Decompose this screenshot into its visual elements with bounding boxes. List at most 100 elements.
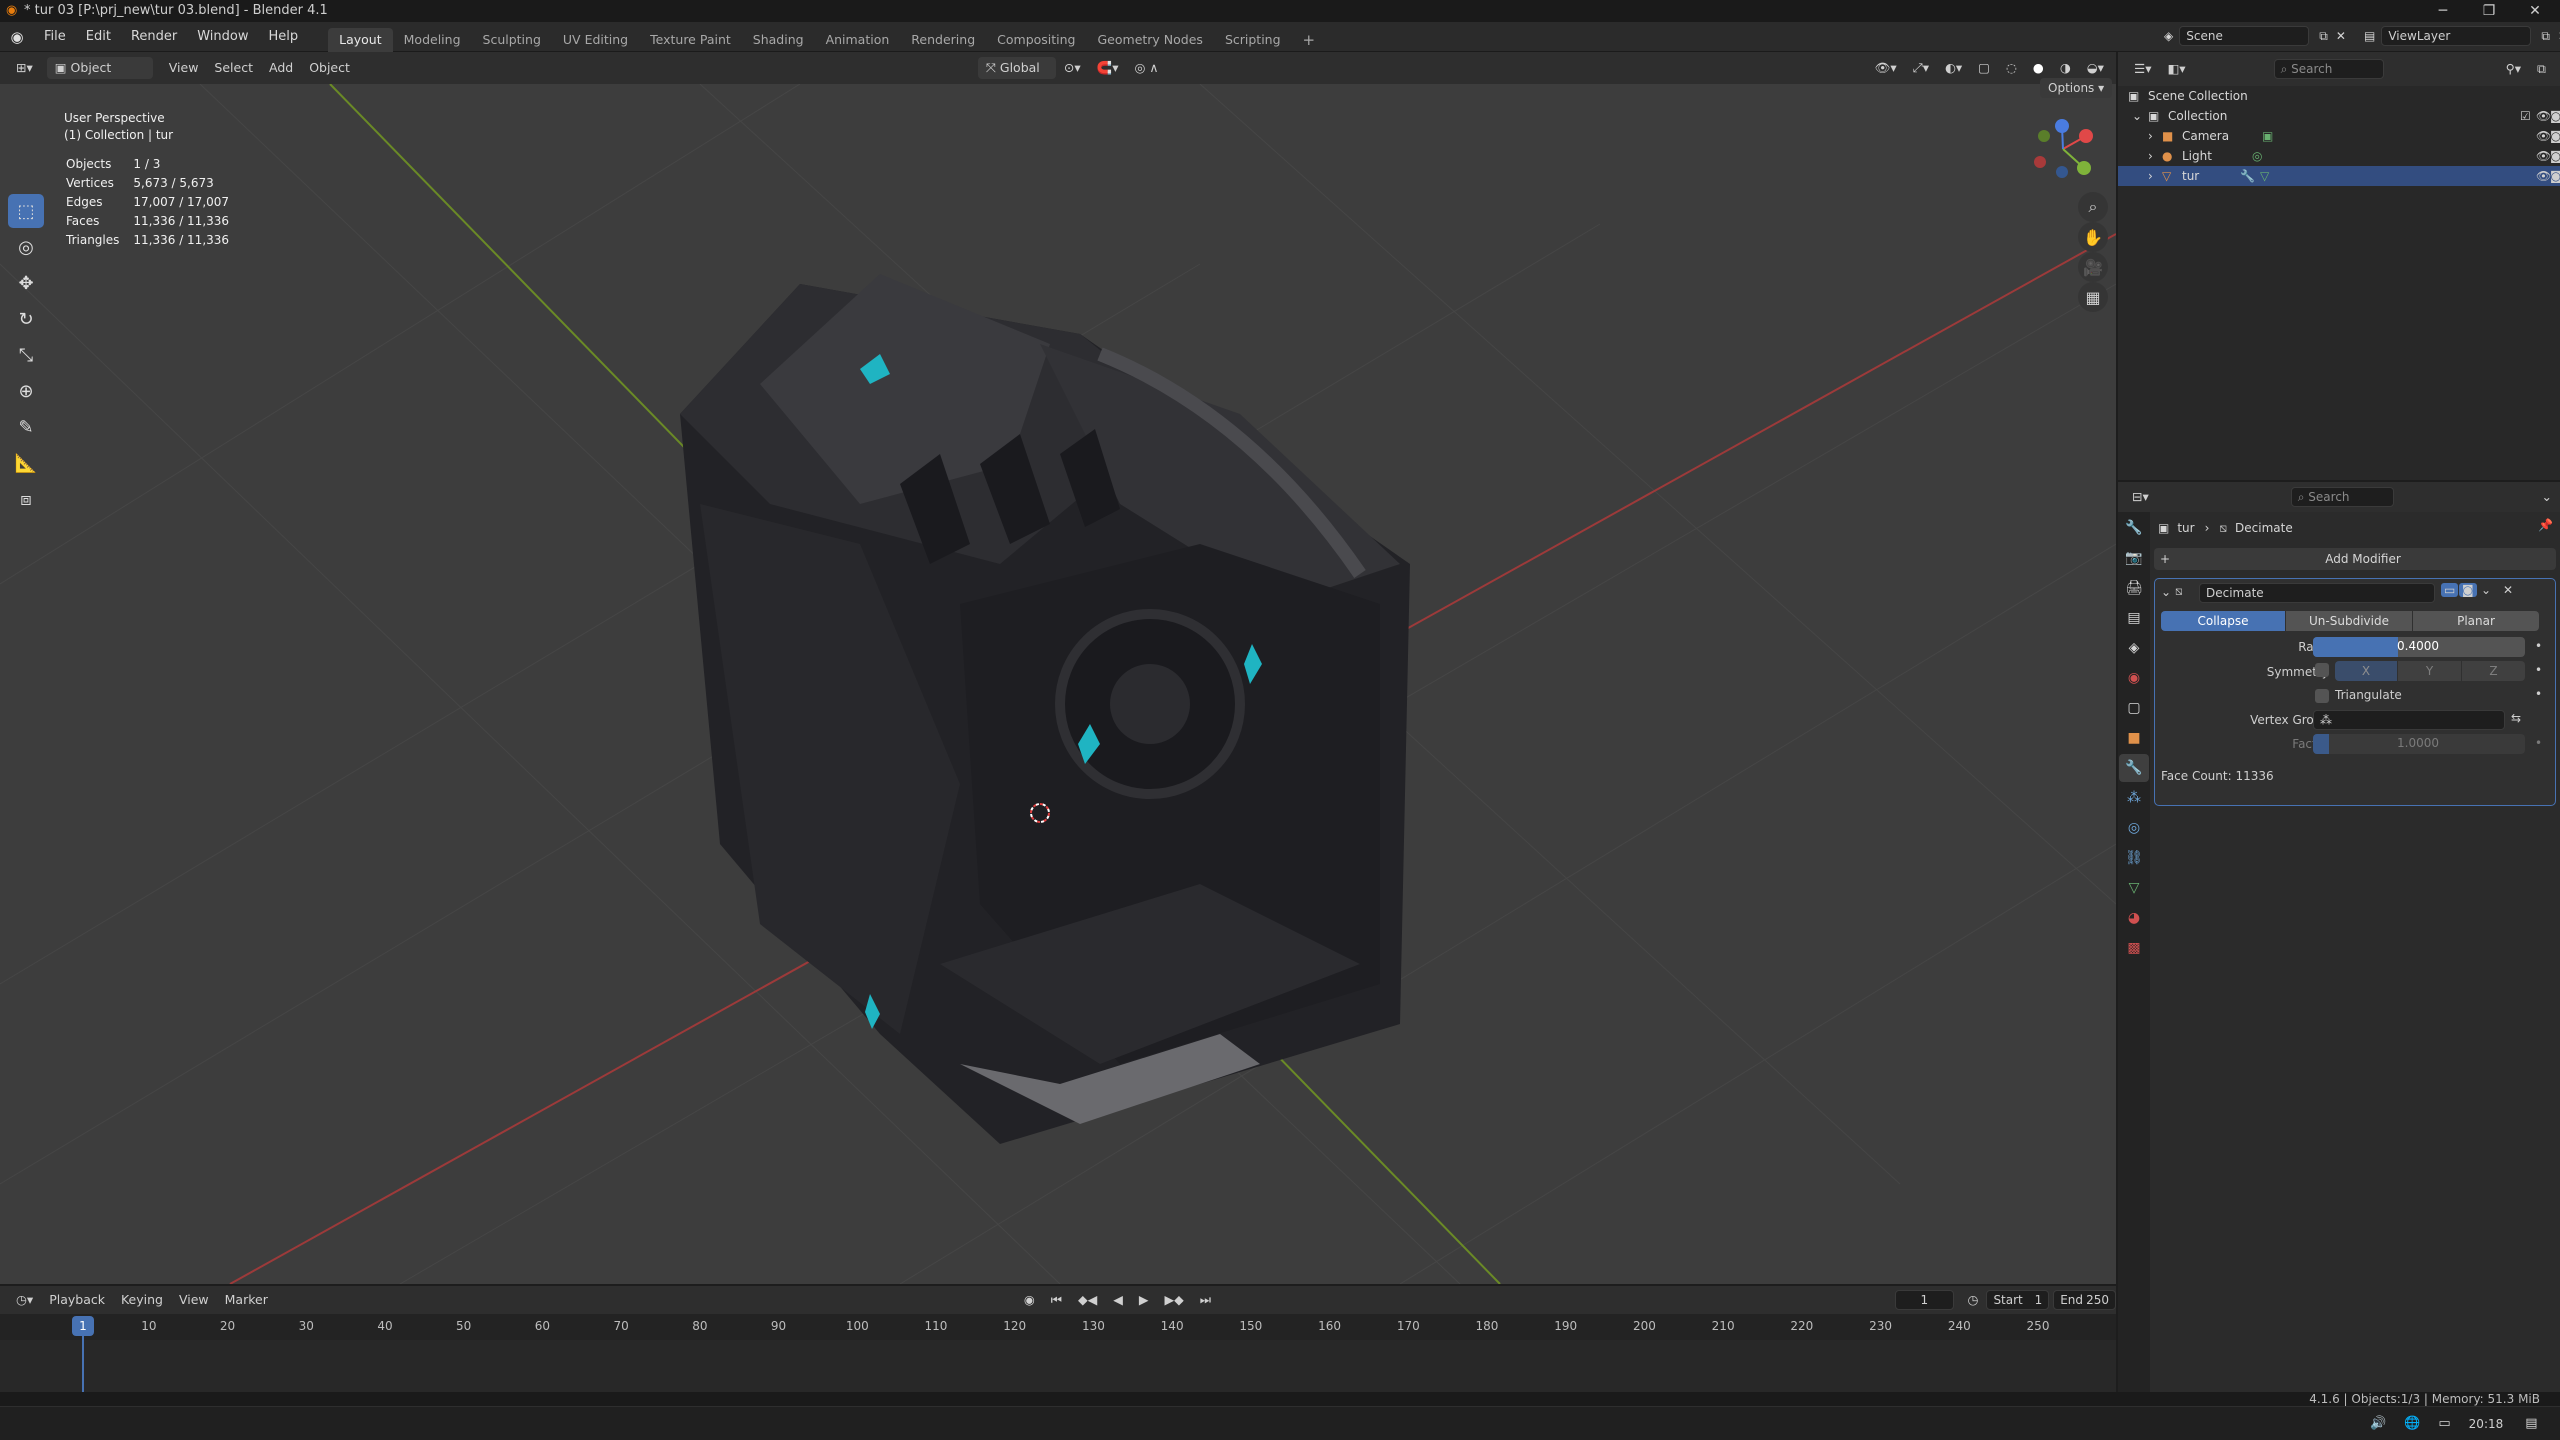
play-reverse-icon[interactable]: ◀ bbox=[1105, 1289, 1131, 1311]
record-icon[interactable]: ◉ bbox=[1016, 1289, 1043, 1311]
transform-icon[interactable]: ⊕ bbox=[8, 374, 44, 408]
symmetry-checkbox[interactable] bbox=[2315, 663, 2329, 677]
notification-icon[interactable]: ▤ bbox=[2525, 1416, 2537, 1431]
editor-type-icon[interactable]: ⊞▾ bbox=[8, 57, 41, 79]
menu-render[interactable]: Render bbox=[121, 22, 187, 52]
mode-dropdown[interactable]: ▣ Object Mode ▾ bbox=[46, 57, 153, 97]
shading-solid-icon[interactable]: ● bbox=[2025, 57, 2052, 79]
tur-mesh-object[interactable] bbox=[680, 274, 1410, 1144]
jump-start-icon[interactable]: ⏮ bbox=[1043, 1289, 1070, 1311]
symmetry-y-button[interactable]: Y bbox=[2398, 661, 2461, 681]
expand-icon[interactable]: › bbox=[2148, 166, 2153, 186]
timeline-editor-icon[interactable]: ◷▾ bbox=[8, 1289, 41, 1311]
xray-icon[interactable]: ▢ bbox=[1970, 57, 1998, 79]
move-icon[interactable]: ✥ bbox=[8, 266, 44, 300]
shading-wireframe-icon[interactable]: ◌ bbox=[1998, 57, 2025, 79]
camera-render-icon[interactable]: ◙ bbox=[2550, 126, 2560, 146]
view-layer-tab-icon[interactable]: ▤ bbox=[2119, 604, 2149, 632]
menu-edit[interactable]: Edit bbox=[76, 22, 121, 52]
minimize-button[interactable]: ─ bbox=[2420, 0, 2466, 22]
volume-icon[interactable]: 🔊 bbox=[2370, 1416, 2386, 1431]
properties-search-input[interactable]: ⌕ Search bbox=[2290, 487, 2394, 507]
new-viewlayer-icon[interactable]: ⧉ bbox=[2541, 29, 2550, 44]
pin-icon[interactable]: 📌 bbox=[2538, 518, 2553, 532]
outliner-item-tur[interactable]: › ▽ tur 🔧 ▽ 👁 ◙ bbox=[2118, 166, 2560, 186]
viewlayer-selector[interactable]: ▤ ViewLayer ⧉ ✕ bbox=[2364, 26, 2560, 46]
transform-orientation-dropdown[interactable]: ⤧ Global ▾ bbox=[977, 57, 1056, 97]
expand-icon[interactable]: › bbox=[2148, 146, 2153, 166]
keyframe-dot-icon[interactable]: • bbox=[2535, 663, 2542, 677]
add-workspace-button[interactable]: + bbox=[1292, 28, 1327, 52]
gizmo-icon[interactable]: ⤢▾ bbox=[1905, 57, 1937, 79]
add-modifier-button[interactable]: + Add Modifier bbox=[2154, 548, 2556, 570]
timeline-track-area[interactable] bbox=[0, 1340, 2116, 1392]
ratio-slider[interactable]: 0.4000 bbox=[2313, 637, 2525, 657]
modifier-options-icon[interactable]: ⌄ bbox=[2481, 583, 2491, 597]
close-button[interactable]: ✕ bbox=[2512, 0, 2558, 22]
end-frame-field[interactable]: End 250 bbox=[2053, 1290, 2116, 1310]
tab-texture-paint[interactable]: Texture Paint bbox=[639, 28, 742, 52]
mode-planar-button[interactable]: Planar bbox=[2413, 611, 2539, 631]
modifier-tab-icon[interactable]: 🔧 bbox=[2119, 754, 2149, 782]
eye-icon[interactable]: 👁 bbox=[2536, 126, 2551, 146]
collapse-panel-icon[interactable]: ⌄ bbox=[2161, 585, 2171, 599]
outliner-item-light[interactable]: › ● Light ◎ 👁 ◙ bbox=[2118, 146, 2560, 166]
options-dropdown[interactable]: Options ▾ bbox=[2040, 78, 2113, 98]
clock-icon[interactable]: ◷ bbox=[1960, 1289, 1987, 1311]
invert-icon[interactable]: ⇆ bbox=[2511, 711, 2521, 725]
shading-rendered-icon[interactable]: ◒▾ bbox=[2079, 57, 2112, 79]
viewlayer-field[interactable]: ViewLayer bbox=[2381, 26, 2532, 46]
menu-keying[interactable]: Keying ▾ bbox=[113, 1289, 171, 1329]
scene-field[interactable]: Scene bbox=[2179, 26, 2310, 46]
camera-render-icon[interactable]: ◙ bbox=[2550, 166, 2560, 186]
properties-editor-icon[interactable]: ⊟▾ bbox=[2124, 486, 2157, 508]
pan-icon[interactable]: ✋ bbox=[2078, 222, 2108, 252]
delete-scene-icon[interactable]: ✕ bbox=[2336, 29, 2346, 43]
menu-help[interactable]: Help bbox=[259, 22, 309, 52]
tab-layout[interactable]: Layout bbox=[328, 27, 393, 52]
show-viewport-icon[interactable]: ▭ bbox=[2441, 583, 2459, 597]
mode-collapse-button[interactable]: Collapse bbox=[2161, 611, 2285, 631]
next-keyframe-icon[interactable]: ▶◆ bbox=[1157, 1289, 1192, 1311]
tab-shading[interactable]: Shading bbox=[742, 28, 815, 52]
new-scene-icon[interactable]: ⧉ bbox=[2319, 29, 2328, 44]
prev-keyframe-icon[interactable]: ◆◀ bbox=[1070, 1289, 1105, 1311]
tab-scripting[interactable]: Scripting bbox=[1214, 28, 1292, 52]
snap-icon[interactable]: 🧲▾ bbox=[1089, 57, 1127, 79]
rotate-icon[interactable]: ↻ bbox=[8, 302, 44, 336]
menu-select[interactable]: Select bbox=[206, 57, 261, 79]
measure-icon[interactable]: 📐 bbox=[8, 446, 44, 480]
remove-modifier-icon[interactable]: ✕ bbox=[2503, 583, 2513, 597]
data-tab-icon[interactable]: ▽ bbox=[2119, 874, 2149, 902]
symmetry-z-button[interactable]: Z bbox=[2462, 661, 2525, 681]
expand-icon[interactable]: › bbox=[2148, 126, 2153, 146]
render-tab-icon[interactable]: 📷 bbox=[2119, 544, 2149, 572]
menu-view[interactable]: View bbox=[161, 57, 207, 79]
menu-window[interactable]: Window bbox=[187, 22, 258, 52]
zoom-icon[interactable]: ⌕ bbox=[2078, 192, 2108, 222]
3d-viewport[interactable]: ⬚ ◎ ✥ ↻ ⤡ ⊕ ✎ 📐 ⧈ bbox=[0, 84, 2116, 1284]
vertex-group-input[interactable]: ⁂ bbox=[2313, 710, 2505, 730]
outliner-item-camera[interactable]: › ■ Camera ▣ 👁 ◙ bbox=[2118, 126, 2560, 146]
keyframe-dot-icon[interactable]: • bbox=[2535, 736, 2542, 750]
current-frame-field[interactable]: 1 bbox=[1895, 1290, 1954, 1310]
menu-timeline-view[interactable]: View bbox=[171, 1289, 217, 1311]
world-tab-icon[interactable]: ◉ bbox=[2119, 664, 2149, 692]
play-icon[interactable]: ▶ bbox=[1131, 1289, 1157, 1311]
tab-modeling[interactable]: Modeling bbox=[393, 28, 472, 52]
add-cube-icon[interactable]: ⧈ bbox=[8, 482, 44, 516]
scale-icon[interactable]: ⤡ bbox=[8, 338, 44, 372]
keyframe-dot-icon[interactable]: • bbox=[2535, 639, 2542, 653]
outliner-collection[interactable]: ⌄ ▣ Collection ☑ 👁 ◙ bbox=[2118, 106, 2560, 126]
proportional-edit-icon[interactable]: ◎ ∧ bbox=[1127, 57, 1167, 79]
camera-render-icon[interactable]: ◙ bbox=[2550, 146, 2560, 166]
display-mode-icon[interactable]: ◧▾ bbox=[2159, 58, 2193, 80]
visibility-icon[interactable]: 👁▾ bbox=[1867, 57, 1905, 79]
outliner-editor-icon[interactable]: ☰▾ bbox=[2126, 58, 2159, 80]
filter-icon[interactable]: ⚲▾ bbox=[2498, 58, 2529, 80]
expand-icon[interactable]: ⌄ bbox=[2132, 106, 2142, 126]
menu-add[interactable]: Add bbox=[261, 57, 301, 79]
properties-options-icon[interactable]: ⌄ bbox=[2534, 486, 2560, 508]
menu-marker[interactable]: Marker bbox=[217, 1289, 276, 1311]
timeline-ruler[interactable]: 10 20 30 40 50 60 70 80 90 100 110 120 130 140 150 160 1… bbox=[0, 1314, 2116, 1340]
